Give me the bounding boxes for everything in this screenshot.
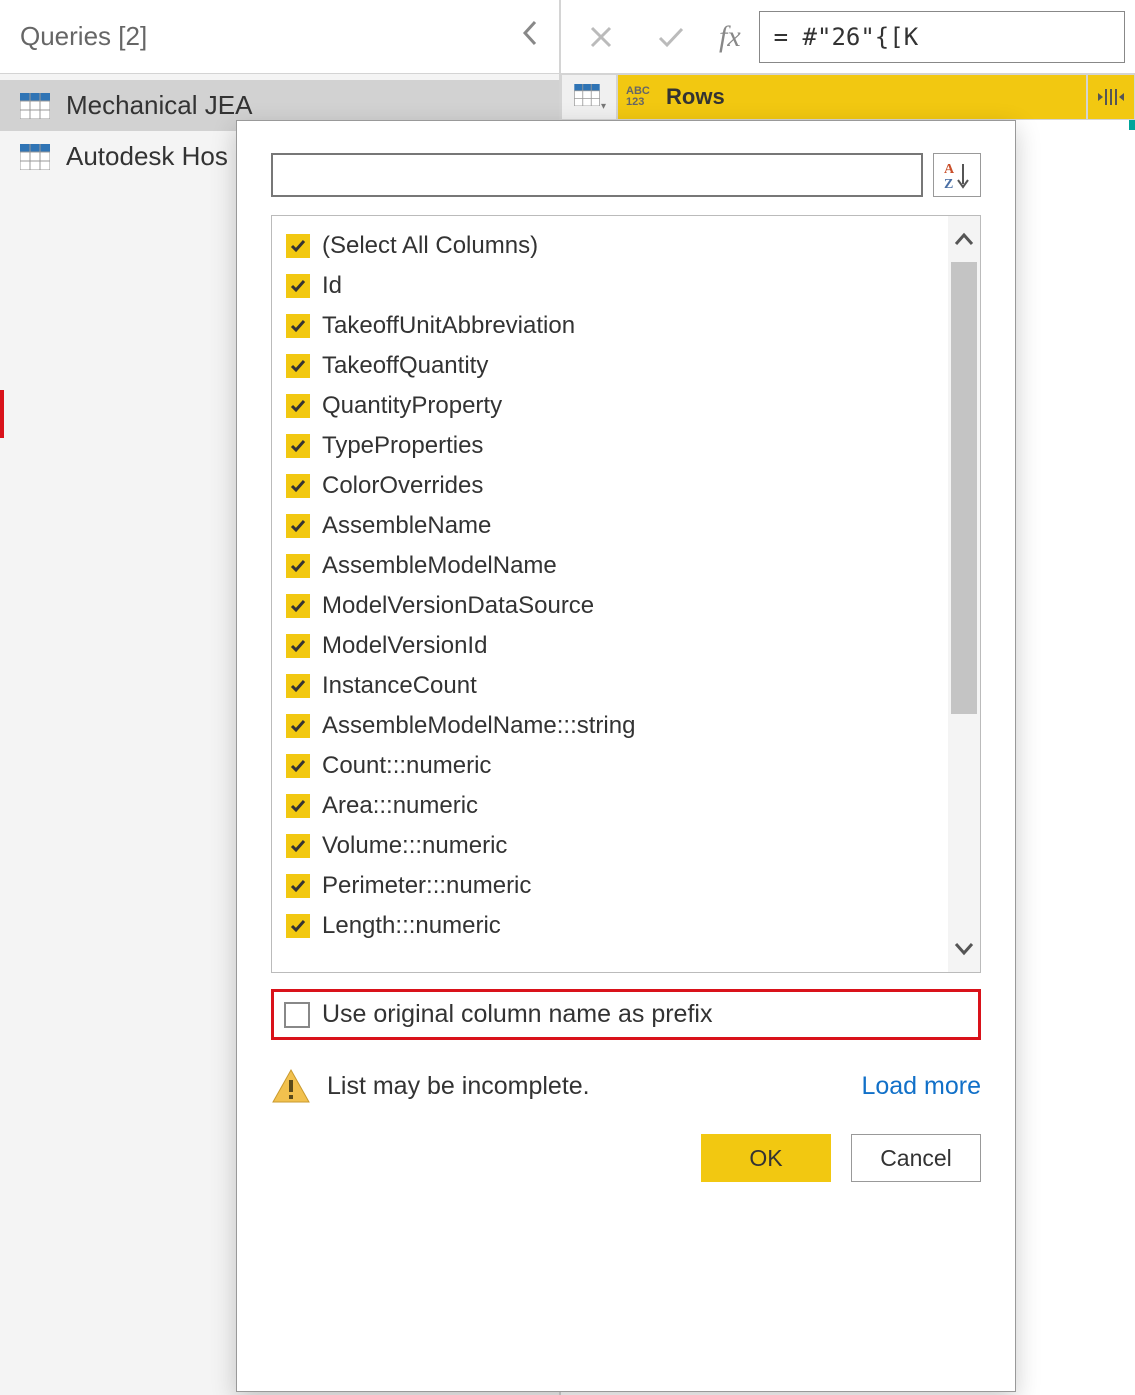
- column-header-label: Rows: [666, 84, 725, 110]
- column-header-row: ▾ ABC 123 Rows: [561, 74, 1135, 120]
- svg-text:Z: Z: [944, 177, 953, 190]
- warning-text: List may be incomplete.: [327, 1072, 590, 1101]
- column-option[interactable]: ColorOverrides: [286, 466, 940, 506]
- selection-edge: [1129, 120, 1135, 130]
- formula-input[interactable]: = #"26"{[K: [759, 11, 1125, 63]
- column-option[interactable]: TypeProperties: [286, 426, 940, 466]
- checkbox-checked-icon[interactable]: [286, 314, 310, 338]
- column-option[interactable]: Area:::numeric: [286, 786, 940, 826]
- column-option[interactable]: ModelVersionId: [286, 626, 940, 666]
- formula-bar: fx = #"26"{[K: [561, 0, 1135, 74]
- column-option[interactable]: AssembleModelName: [286, 546, 940, 586]
- column-option[interactable]: ModelVersionDataSource: [286, 586, 940, 626]
- load-more-link[interactable]: Load more: [861, 1072, 981, 1101]
- column-option[interactable]: TakeoffQuantity: [286, 346, 940, 386]
- checkbox-checked-icon[interactable]: [286, 594, 310, 618]
- search-input[interactable]: [271, 153, 923, 197]
- table-icon: ▾: [574, 84, 604, 110]
- collapse-icon[interactable]: [521, 19, 539, 55]
- column-option[interactable]: Perimeter:::numeric: [286, 866, 940, 906]
- checkbox-checked-icon[interactable]: [286, 754, 310, 778]
- checkbox-checked-icon[interactable]: [286, 474, 310, 498]
- column-option[interactable]: AssembleModelName:::string: [286, 706, 940, 746]
- warning-icon: [271, 1068, 311, 1104]
- column-option-label: QuantityProperty: [322, 392, 502, 420]
- column-option[interactable]: Length:::numeric: [286, 906, 940, 946]
- annotation-edge: [0, 390, 4, 438]
- column-option-label: (Select All Columns): [322, 232, 538, 260]
- warning-row: List may be incomplete. Load more: [271, 1068, 981, 1104]
- column-option-label: InstanceCount: [322, 672, 477, 700]
- checkbox-checked-icon[interactable]: [286, 714, 310, 738]
- column-option[interactable]: QuantityProperty: [286, 386, 940, 426]
- fx-icon[interactable]: fx: [711, 20, 749, 54]
- checkbox-checked-icon[interactable]: [286, 674, 310, 698]
- column-option[interactable]: (Select All Columns): [286, 226, 940, 266]
- scroll-down-icon[interactable]: [948, 926, 980, 972]
- queries-title: Queries [2]: [20, 21, 147, 52]
- checkbox-checked-icon[interactable]: [286, 514, 310, 538]
- ok-button[interactable]: OK: [701, 1134, 831, 1182]
- column-option-label: Perimeter:::numeric: [322, 872, 531, 900]
- scroll-thumb[interactable]: [951, 262, 977, 714]
- query-item-label: Mechanical JEA: [66, 90, 252, 121]
- column-option-label: Volume:::numeric: [322, 832, 507, 860]
- expand-column-popup: A Z (Select All Columns) Id TakeoffUnitAbb…: [236, 120, 1016, 1392]
- checkbox-checked-icon[interactable]: [286, 354, 310, 378]
- column-option-label: Area:::numeric: [322, 792, 478, 820]
- select-all-cell[interactable]: ▾: [561, 74, 617, 120]
- cancel-formula-icon[interactable]: [571, 11, 631, 63]
- column-option[interactable]: Count:::numeric: [286, 746, 940, 786]
- prefix-checkbox[interactable]: [284, 1002, 310, 1028]
- column-option-label: ModelVersionDataSource: [322, 592, 594, 620]
- checkbox-checked-icon[interactable]: [286, 834, 310, 858]
- checkbox-checked-icon[interactable]: [286, 554, 310, 578]
- column-option-label: TypeProperties: [322, 432, 483, 460]
- column-option[interactable]: InstanceCount: [286, 666, 940, 706]
- queries-header: Queries [2]: [0, 0, 559, 74]
- checkbox-checked-icon[interactable]: [286, 274, 310, 298]
- svg-text:A: A: [944, 162, 955, 177]
- column-option[interactable]: TakeoffUnitAbbreviation: [286, 306, 940, 346]
- checkbox-checked-icon[interactable]: [286, 874, 310, 898]
- column-option-label: TakeoffUnitAbbreviation: [322, 312, 575, 340]
- table-icon: [20, 93, 50, 119]
- checkbox-checked-icon[interactable]: [286, 234, 310, 258]
- column-list: (Select All Columns) Id TakeoffUnitAbbrevi…: [271, 215, 981, 973]
- column-option-label: AssembleModelName: [322, 552, 557, 580]
- checkbox-checked-icon[interactable]: [286, 794, 310, 818]
- column-option-label: Count:::numeric: [322, 752, 491, 780]
- column-option-label: Length:::numeric: [322, 912, 501, 940]
- column-option[interactable]: Id: [286, 266, 940, 306]
- column-option-label: AssembleModelName:::string: [322, 712, 635, 740]
- chevron-down-icon: ▾: [601, 101, 606, 112]
- column-header-rows[interactable]: ABC 123 Rows: [617, 74, 1087, 120]
- column-option-label: TakeoffQuantity: [322, 352, 488, 380]
- column-option[interactable]: Volume:::numeric: [286, 826, 940, 866]
- checkbox-checked-icon[interactable]: [286, 634, 310, 658]
- checkbox-checked-icon[interactable]: [286, 434, 310, 458]
- column-option-label: ModelVersionId: [322, 632, 487, 660]
- query-item-label: Autodesk Hos: [66, 141, 228, 172]
- column-option-label: ColorOverrides: [322, 472, 483, 500]
- scrollbar[interactable]: [948, 216, 980, 972]
- prefix-label: Use original column name as prefix: [322, 1000, 712, 1029]
- expand-column-button[interactable]: [1087, 74, 1135, 120]
- checkbox-checked-icon[interactable]: [286, 914, 310, 938]
- use-original-prefix-option[interactable]: Use original column name as prefix: [271, 989, 981, 1040]
- accept-formula-icon[interactable]: [641, 11, 701, 63]
- column-option-label: Id: [322, 272, 342, 300]
- table-icon: [20, 144, 50, 170]
- checkbox-checked-icon[interactable]: [286, 394, 310, 418]
- column-option-label: AssembleName: [322, 512, 491, 540]
- scroll-up-icon[interactable]: [948, 216, 980, 262]
- scroll-track[interactable]: [948, 262, 980, 926]
- cancel-button[interactable]: Cancel: [851, 1134, 981, 1182]
- sort-az-button[interactable]: A Z: [933, 153, 981, 197]
- type-icon: ABC 123: [626, 83, 658, 111]
- column-option[interactable]: AssembleName: [286, 506, 940, 546]
